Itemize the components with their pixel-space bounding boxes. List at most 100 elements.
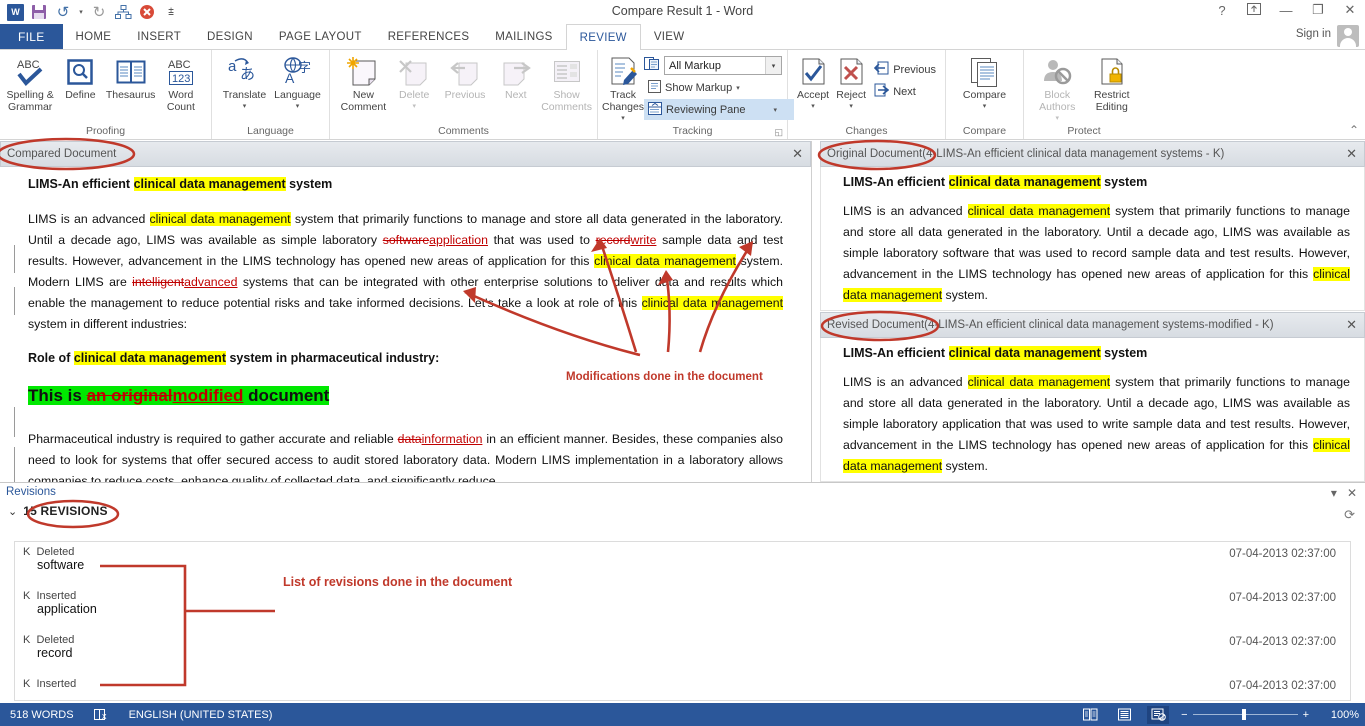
- previous-change-label: Previous: [893, 64, 936, 76]
- tracking-label-text: Tracking: [673, 125, 713, 137]
- cancel-icon[interactable]: [136, 2, 158, 22]
- display-for-review-dropdown[interactable]: All Markup ▾: [644, 55, 794, 76]
- delete-comment-caret-icon[interactable]: ▾: [412, 101, 416, 113]
- tab-review[interactable]: REVIEW: [566, 24, 641, 50]
- minimize-icon[interactable]: —: [1277, 3, 1295, 18]
- revisions-refresh-icon[interactable]: ⟳: [1344, 507, 1355, 523]
- accept-button[interactable]: Accept ▾: [794, 53, 832, 113]
- web-layout-icon[interactable]: [1147, 706, 1169, 724]
- delete-comment-button[interactable]: Delete ▾: [389, 53, 440, 113]
- tab-references[interactable]: REFERENCES: [375, 24, 483, 49]
- p1-insertion-write: write: [630, 233, 656, 247]
- zoom-slider[interactable]: − +: [1181, 709, 1309, 721]
- collapse-ribbon-icon[interactable]: ⌃: [1349, 123, 1359, 137]
- word-count-button[interactable]: ABC 123 Word Count: [156, 53, 206, 113]
- accept-caret-icon[interactable]: ▾: [811, 101, 815, 113]
- restrict-editing-button[interactable]: Restrict Editing: [1085, 53, 1140, 113]
- previous-change-button[interactable]: Previous: [870, 59, 940, 80]
- window-controls[interactable]: ? — ❐ ✕: [1213, 2, 1359, 18]
- previous-comment-button[interactable]: Previous: [440, 53, 491, 101]
- revisions-pane-tools[interactable]: ▾ ✕: [1331, 486, 1357, 500]
- sign-in-link[interactable]: Sign in: [1296, 28, 1331, 40]
- redo-icon[interactable]: ↻: [88, 2, 110, 22]
- print-layout-icon[interactable]: [1113, 706, 1135, 724]
- ribbon-tabs[interactable]: FILE HOME INSERT DESIGN PAGE LAYOUT REFE…: [0, 24, 1365, 50]
- language-status[interactable]: ENGLISH (UNITED STATES): [119, 709, 283, 721]
- thesaurus-button[interactable]: Thesaurus: [106, 53, 156, 101]
- compare-button[interactable]: Compare ▾: [956, 53, 1014, 113]
- next-change-button[interactable]: Next: [870, 81, 940, 102]
- revised-document-pane: Revised Document (4-LIMS-An efficient cl…: [820, 312, 1365, 482]
- list-item[interactable]: K Inserted application 07-04-2013 02:37:…: [15, 586, 1350, 630]
- save-icon[interactable]: [28, 2, 50, 22]
- word-app-icon[interactable]: W: [4, 2, 26, 22]
- show-markup-menu[interactable]: Show Markup ▾: [644, 77, 794, 98]
- close-icon[interactable]: ✕: [1341, 2, 1359, 18]
- word-count-status[interactable]: 518 WORDS: [0, 709, 84, 721]
- undo-dropdown-icon[interactable]: ▾: [76, 2, 86, 22]
- quick-access-toolbar[interactable]: W ↺ ▾ ↻ ⩲: [0, 2, 182, 22]
- display-for-review-caret-icon[interactable]: ▾: [765, 57, 781, 74]
- spelling-grammar-button[interactable]: ABC Spelling & Grammar: [5, 53, 55, 113]
- compare-caret-icon[interactable]: ▾: [983, 101, 987, 113]
- reject-button[interactable]: Reject ▾: [832, 53, 870, 113]
- tab-file[interactable]: FILE: [0, 24, 63, 49]
- show-comments-button[interactable]: Show Comments: [541, 53, 592, 113]
- compared-paragraph-2: Pharmaceutical industry is required to g…: [28, 429, 783, 482]
- revised-document-close-icon[interactable]: ✕: [1346, 317, 1357, 333]
- revisions-minimize-icon[interactable]: ▾: [1331, 486, 1337, 500]
- show-markup-caret-icon[interactable]: ▾: [736, 84, 740, 92]
- original-document-close-icon[interactable]: ✕: [1346, 146, 1357, 162]
- help-icon[interactable]: ?: [1213, 3, 1231, 18]
- compared-document-body[interactable]: LIMS-An efficient clinical data manageme…: [0, 167, 811, 482]
- zoom-in-button[interactable]: +: [1303, 709, 1309, 721]
- compared-document-close-icon[interactable]: ✕: [792, 146, 803, 162]
- language-caret-icon[interactable]: ▾: [296, 101, 300, 113]
- new-comment-button[interactable]: New Comment: [338, 53, 389, 113]
- revisions-close-icon[interactable]: ✕: [1347, 486, 1357, 500]
- orig-h-hl: clinical data management: [949, 175, 1101, 189]
- tab-page-layout[interactable]: PAGE LAYOUT: [266, 24, 375, 49]
- block-authors-caret-icon[interactable]: ▾: [1055, 113, 1059, 125]
- translate-button[interactable]: a あ Translate ▾: [218, 53, 271, 113]
- revisions-count-row[interactable]: ⌄ 15 REVISIONS: [0, 498, 1365, 524]
- tab-home[interactable]: HOME: [63, 24, 125, 49]
- block-authors-button[interactable]: Block Authors ▾: [1030, 53, 1085, 125]
- track-changes-caret-icon[interactable]: ▾: [621, 113, 625, 125]
- ribbon-display-options-icon[interactable]: [1245, 3, 1263, 18]
- zoom-thumb[interactable]: [1242, 709, 1246, 720]
- reviewing-pane-caret-icon[interactable]: ▾: [774, 106, 778, 114]
- tracking-dialog-launcher-icon[interactable]: ◱: [774, 127, 783, 138]
- revised-document-body[interactable]: LIMS-An efficient clinical data manageme…: [820, 338, 1365, 482]
- restore-icon[interactable]: ❐: [1309, 2, 1327, 18]
- translate-caret-icon[interactable]: ▾: [243, 101, 247, 113]
- compare-quick-icon[interactable]: [112, 2, 134, 22]
- original-document-body[interactable]: LIMS-An efficient clinical data manageme…: [820, 167, 1365, 311]
- tab-view[interactable]: VIEW: [641, 24, 698, 49]
- next-comment-icon: [500, 55, 532, 89]
- define-button[interactable]: Define: [55, 53, 105, 101]
- track-changes-button[interactable]: Track Changes ▾: [602, 53, 644, 125]
- zoom-track[interactable]: [1193, 714, 1298, 715]
- tab-insert[interactable]: INSERT: [124, 24, 194, 49]
- revisions-collapse-chevron-icon[interactable]: ⌄: [8, 505, 17, 518]
- zoom-out-button[interactable]: −: [1181, 709, 1187, 721]
- tab-design[interactable]: DESIGN: [194, 24, 266, 49]
- compared-paragraph-1: LIMS is an advanced clinical data manage…: [28, 209, 783, 335]
- list-item[interactable]: K Deleted record 07-04-2013 02:37:00: [15, 630, 1350, 674]
- revisions-list[interactable]: K Deleted software 07-04-2013 02:37:00 K…: [14, 541, 1351, 701]
- undo-icon[interactable]: ↺: [52, 2, 74, 22]
- list-item[interactable]: K Inserted 07-04-2013 02:37:00: [15, 674, 1350, 701]
- rev-time-2: 07-04-2013 02:37:00: [1229, 636, 1336, 648]
- list-item[interactable]: K Deleted software 07-04-2013 02:37:00: [15, 542, 1350, 586]
- avatar[interactable]: [1337, 25, 1359, 47]
- customize-qat-icon[interactable]: ⩲: [160, 2, 182, 22]
- zoom-level[interactable]: 100%: [1321, 709, 1359, 721]
- reviewing-pane-toggle[interactable]: Reviewing Pane ▾: [644, 99, 794, 120]
- next-comment-button[interactable]: Next: [490, 53, 541, 101]
- read-mode-icon[interactable]: [1079, 706, 1101, 724]
- language-button[interactable]: A 字 Language ▾: [271, 53, 324, 113]
- proofing-errors-icon[interactable]: x: [84, 708, 119, 721]
- reject-caret-icon[interactable]: ▾: [849, 101, 853, 113]
- tab-mailings[interactable]: MAILINGS: [482, 24, 565, 49]
